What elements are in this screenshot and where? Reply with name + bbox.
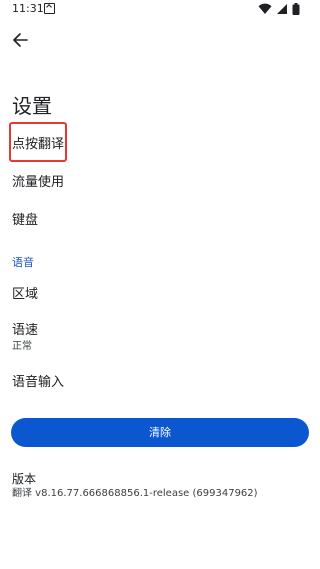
setting-label: 区域	[12, 287, 39, 302]
version-value: 翻译 v8.16.77.666868856.1-release (6993479…	[12, 488, 258, 499]
status-bar: 11:31	[0, 0, 320, 18]
setting-voice-input[interactable]: 语音输入	[0, 366, 320, 402]
wifi-icon	[258, 3, 272, 14]
setting-data-usage[interactable]: 流量使用	[0, 166, 320, 202]
status-icons	[258, 3, 310, 15]
setting-value: 正常	[12, 341, 32, 352]
signal-icon	[277, 4, 287, 14]
page-title: 设置	[12, 94, 52, 118]
setting-label: 键盘	[12, 213, 39, 228]
setting-label: 语音输入	[12, 375, 65, 390]
version-label: 版本	[12, 472, 37, 486]
setting-speech-rate[interactable]: 语速 正常	[0, 318, 320, 360]
battery-icon	[292, 3, 300, 15]
status-time: 11:31	[12, 2, 44, 15]
clear-button[interactable]: 清除	[11, 418, 309, 447]
setting-label: 流量使用	[12, 175, 65, 190]
setting-keyboard[interactable]: 键盘	[0, 204, 320, 240]
arrow-back-icon	[13, 33, 28, 47]
notification-icon	[44, 3, 55, 14]
highlight-box	[9, 122, 67, 162]
back-button[interactable]	[6, 26, 34, 54]
settings-screen: 11:31 设置 点按翻译 流量使用 键盘 语音 区域 语速 正常 语音输入 清…	[0, 0, 320, 569]
section-header-speech: 语音	[12, 256, 34, 269]
setting-label: 语速	[12, 323, 39, 338]
setting-region[interactable]: 区域	[0, 278, 320, 314]
